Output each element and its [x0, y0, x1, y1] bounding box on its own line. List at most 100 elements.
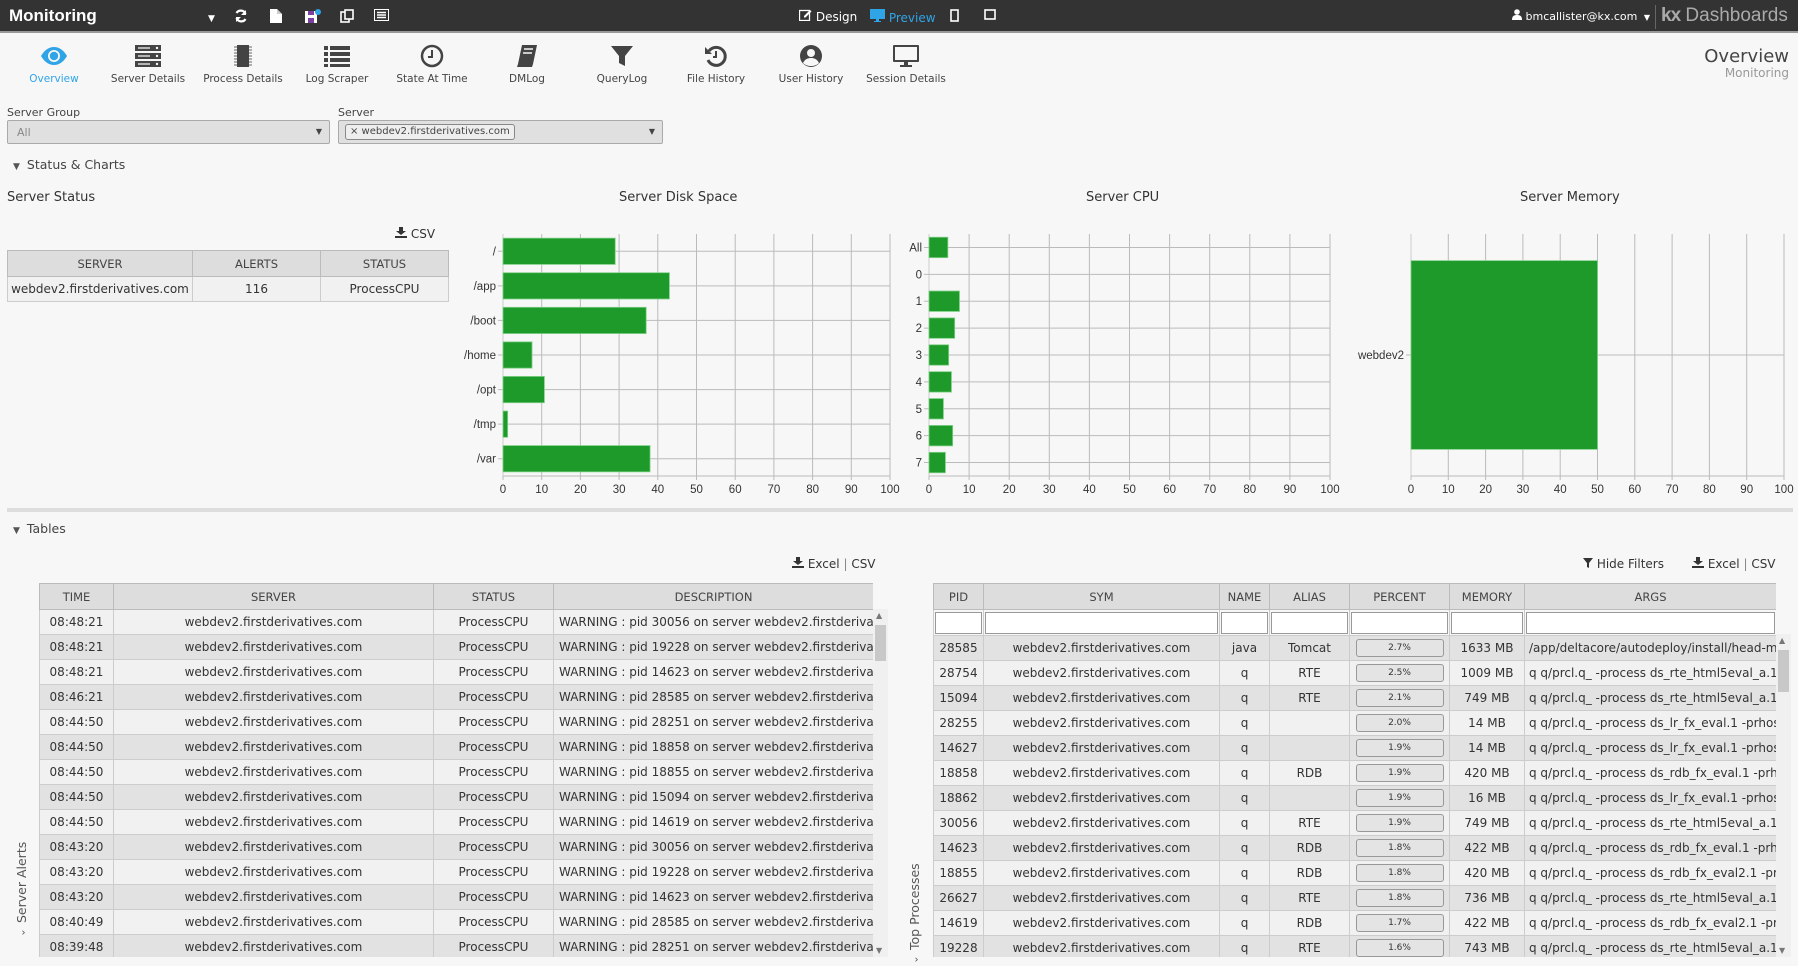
column-header-status[interactable]: STATUS [433, 583, 554, 610]
dashboard-dropdown-icon[interactable]: ▼ [208, 12, 215, 26]
bar[interactable] [928, 290, 960, 312]
table-row[interactable]: 28255 webdev2.firstderivatives.com q 2.0% 14… [933, 710, 1776, 736]
column-header-args[interactable]: ARGS [1524, 583, 1776, 610]
server-status-csv-button[interactable]: CSV [395, 227, 435, 241]
refresh-icon[interactable] [234, 9, 248, 27]
tables-section-toggle[interactable]: ▼ Tables [13, 521, 66, 536]
column-header-status[interactable]: STATUS [320, 250, 449, 277]
status-charts-section-toggle[interactable]: ▼ Status & Charts [13, 157, 125, 172]
bar[interactable] [928, 344, 950, 366]
bar[interactable] [928, 236, 949, 259]
table-row[interactable]: 14627 webdev2.firstderivatives.com q 1.9% 14… [933, 735, 1776, 761]
scroll-thumb[interactable] [875, 625, 886, 661]
column-header-time[interactable]: TIME [39, 583, 114, 610]
scroll-thumb[interactable] [1778, 650, 1789, 692]
processes-excel-button[interactable]: Excel [1708, 557, 1740, 571]
bar[interactable] [928, 317, 956, 339]
table-row[interactable]: 08:40:49 webdev2.firstderivatives.com Proc… [39, 909, 873, 935]
nav-session-details[interactable]: Session Details [851, 44, 961, 85]
table-row[interactable]: 08:46:21 webdev2.firstderivatives.com Proc… [39, 684, 873, 710]
table-row[interactable]: 08:44:50 webdev2.firstderivatives.com Proc… [39, 784, 873, 810]
column-header-server[interactable]: SERVER [113, 583, 434, 610]
bar[interactable] [502, 272, 670, 300]
table-row[interactable]: 08:48:21 webdev2.firstderivatives.com Proc… [39, 634, 873, 660]
column-header-pid[interactable]: PID [933, 583, 984, 610]
tablet-view-icon[interactable] [950, 9, 959, 26]
table-row[interactable]: 08:48:21 webdev2.firstderivatives.com Proc… [39, 659, 873, 685]
nav-state-at-time[interactable]: State At Time [377, 44, 487, 85]
preview-mode-button[interactable]: Preview [870, 9, 936, 25]
table-row[interactable]: 18858 webdev2.firstderivatives.com q RDB 1.9… [933, 760, 1776, 786]
alerts-csv-button[interactable]: CSV [851, 557, 875, 571]
column-header-description[interactable]: DESCRIPTION [553, 583, 873, 610]
table-row[interactable]: 08:39:48 webdev2.firstderivatives.com Proc… [39, 934, 873, 957]
nav-dmlog[interactable]: DMLog [472, 44, 582, 85]
table-row[interactable]: 19228 webdev2.firstderivatives.com q RTE 1.6… [933, 935, 1776, 957]
table-row[interactable]: 18862 webdev2.firstderivatives.com q 1.9% 16… [933, 785, 1776, 811]
alerts-scrollbar[interactable]: ▲ ▼ [873, 609, 888, 957]
server-group-select[interactable]: All ▼ [7, 120, 330, 144]
table-row[interactable]: 30056 webdev2.firstderivatives.com q RTE 1.9… [933, 810, 1776, 836]
table-row[interactable]: 08:43:20 webdev2.firstderivatives.com Proc… [39, 834, 873, 860]
table-row[interactable]: 26627 webdev2.firstderivatives.com q RTE 1.8… [933, 885, 1776, 911]
table-row[interactable]: 28585 webdev2.firstderivatives.com java Tom… [933, 635, 1776, 661]
bar[interactable] [928, 425, 954, 447]
filter-name-input[interactable] [1221, 611, 1268, 634]
save-as-icon[interactable] [305, 9, 321, 28]
table-row[interactable]: 18855 webdev2.firstderivatives.com q RDB 1.8… [933, 860, 1776, 886]
processes-csv-button[interactable]: CSV [1751, 557, 1775, 571]
table-row[interactable]: 08:43:20 webdev2.firstderivatives.com Proc… [39, 884, 873, 910]
server-select[interactable]: × webdev2.firstderivatives.com ▼ [338, 120, 663, 144]
filter-pid-input[interactable] [935, 611, 982, 634]
bar[interactable] [928, 371, 952, 393]
bar[interactable] [502, 306, 647, 334]
filter-args-input[interactable] [1526, 611, 1775, 634]
table-row[interactable]: 08:44:50 webdev2.firstderivatives.com Proc… [39, 709, 873, 735]
filter-percent-input[interactable] [1351, 611, 1448, 634]
table-row[interactable]: 08:44:50 webdev2.firstderivatives.com Proc… [39, 809, 873, 835]
table-row[interactable]: 08:43:20 webdev2.firstderivatives.com Proc… [39, 859, 873, 885]
new-file-icon[interactable] [270, 9, 282, 27]
hide-filters-button[interactable]: Hide Filters [1583, 557, 1664, 571]
table-row[interactable]: 08:48:21 webdev2.firstderivatives.com Proc… [39, 609, 873, 635]
table-row[interactable]: 14619 webdev2.firstderivatives.com q RDB 1.7… [933, 910, 1776, 936]
column-header-name[interactable]: NAME [1219, 583, 1270, 610]
nav-log-scraper[interactable]: Log Scraper [282, 44, 392, 85]
filter-sym-input[interactable] [985, 611, 1218, 634]
table-row[interactable]: webdev2.firstderivatives.com 116 Process… [7, 276, 449, 302]
column-header-memory[interactable]: MEMORY [1449, 583, 1525, 610]
processes-scrollbar[interactable]: ▲ ▼ [1776, 634, 1791, 957]
filter-alias-input[interactable] [1271, 611, 1348, 634]
alerts-excel-button[interactable]: Excel [808, 557, 840, 571]
bar[interactable] [502, 376, 545, 404]
design-mode-button[interactable]: Design [798, 9, 857, 24]
user-menu[interactable]: bmcallister@kx.com ▼ [1512, 9, 1650, 23]
column-header-alerts[interactable]: ALERTS [192, 250, 321, 277]
copy-icon[interactable] [340, 9, 354, 27]
table-row[interactable]: 08:44:50 webdev2.firstderivatives.com Proc… [39, 734, 873, 760]
bar[interactable] [502, 237, 616, 265]
desktop-view-icon[interactable] [984, 9, 996, 24]
table-row[interactable]: 08:44:50 webdev2.firstderivatives.com Proc… [39, 759, 873, 785]
table-row[interactable]: 15094 webdev2.firstderivatives.com q RTE 2.1… [933, 685, 1776, 711]
nav-user-history[interactable]: User History [756, 44, 866, 85]
column-header-server[interactable]: SERVER [7, 250, 193, 277]
top-processes-section-toggle[interactable]: ›Top Processes [907, 863, 922, 965]
nav-file-history[interactable]: File History [661, 44, 771, 85]
bar[interactable] [928, 398, 944, 420]
nav-server-details[interactable]: Server Details [93, 44, 203, 85]
bar[interactable] [502, 410, 509, 438]
bar[interactable] [502, 445, 651, 473]
server-alerts-section-toggle[interactable]: ›Server Alerts [14, 842, 29, 939]
bar[interactable] [502, 341, 533, 369]
bar[interactable] [1410, 260, 1598, 450]
column-header-sym[interactable]: SYM [983, 583, 1220, 610]
column-header-alias[interactable]: ALIAS [1269, 583, 1350, 610]
filter-memory-input[interactable] [1451, 611, 1523, 634]
server-tag[interactable]: × webdev2.firstderivatives.com [345, 124, 515, 140]
list-view-icon[interactable] [374, 9, 389, 25]
column-header-percent[interactable]: PERCENT [1349, 583, 1450, 610]
table-row[interactable]: 14623 webdev2.firstderivatives.com q RDB 1.8… [933, 835, 1776, 861]
table-row[interactable]: 28754 webdev2.firstderivatives.com q RTE 2.5… [933, 660, 1776, 686]
bar[interactable] [928, 451, 946, 474]
